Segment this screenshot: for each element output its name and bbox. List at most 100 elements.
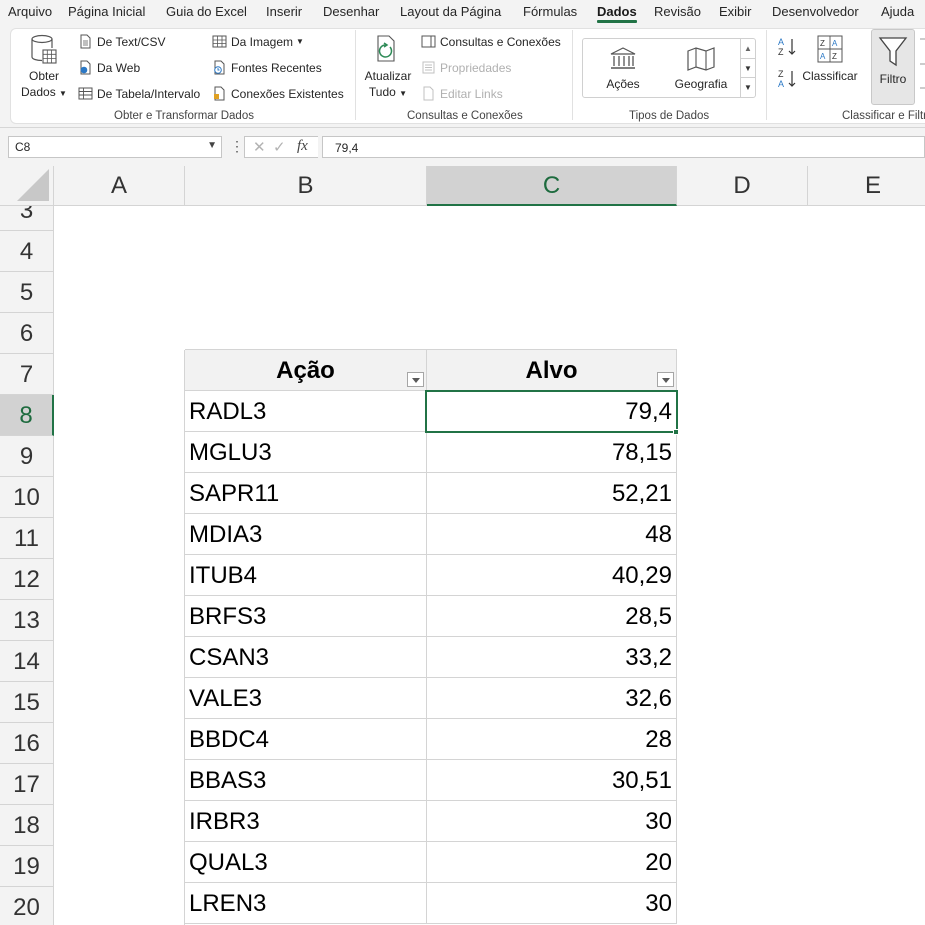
formula-input[interactable]: 79,4	[322, 136, 925, 158]
row-header-9[interactable]: 9	[0, 436, 54, 477]
cell-alvo[interactable]: 79,4	[427, 391, 677, 432]
tab-inserir[interactable]: Inserir	[266, 4, 302, 19]
geography-button[interactable]: Geografia	[672, 46, 730, 92]
properties-button[interactable]: Propriedades	[421, 60, 511, 75]
cell-alvo[interactable]: 30	[427, 883, 677, 924]
cell-acao[interactable]: IRBR3	[185, 801, 427, 842]
tab-guia-do-excel[interactable]: Guia do Excel	[166, 4, 247, 19]
refresh-all-label-2: Tudo ▼	[368, 85, 408, 99]
map-icon	[687, 47, 715, 71]
tab-desenhar[interactable]: Desenhar	[323, 4, 379, 19]
name-box[interactable]: C8 ▼	[8, 136, 222, 158]
confirm-icon[interactable]: ✓	[273, 138, 286, 156]
row-header-12[interactable]: 12	[0, 559, 54, 600]
cell-acao[interactable]: VALE3	[185, 678, 427, 719]
cell-acao[interactable]: LREN3	[185, 883, 427, 924]
row-header-5[interactable]: 5	[0, 272, 54, 313]
cell-alvo[interactable]: 30	[427, 801, 677, 842]
tab-pagina-inicial[interactable]: Página Inicial	[68, 4, 145, 19]
gallery-scroll[interactable]: ▲ ▼ ▼	[740, 39, 755, 97]
cell-acao[interactable]: ITUB4	[185, 555, 427, 596]
insert-function-icon[interactable]: fx	[297, 138, 308, 155]
sort-z-a-button[interactable]: Z A	[777, 68, 797, 90]
from-image-button[interactable]: Da Imagem ▼	[212, 34, 304, 49]
column-header-c[interactable]: C	[427, 166, 677, 206]
from-web-button[interactable]: Da Web	[78, 60, 140, 75]
cell-acao[interactable]: BRFS3	[185, 596, 427, 637]
filter-button[interactable]: Filtro	[871, 29, 915, 105]
cell-acao[interactable]: MDIA3	[185, 514, 427, 555]
row-header-10[interactable]: 10	[0, 477, 54, 518]
tab-desenvolvedor[interactable]: Desenvolvedor	[772, 4, 859, 19]
table-header-alvo-label: Alvo	[525, 357, 578, 384]
queries-connections-button[interactable]: Consultas e Conexões	[421, 34, 561, 49]
sort-a-z-button[interactable]: A Z	[777, 36, 797, 58]
row-header-14[interactable]: 14	[0, 641, 54, 682]
sort-descending-icon: Z A	[778, 69, 796, 89]
row-header-8[interactable]: 8	[0, 395, 54, 436]
get-data-button[interactable]: Obter Dados ▼	[18, 34, 70, 102]
more-icon: ▼	[741, 77, 755, 96]
row-header-15[interactable]: 15	[0, 682, 54, 723]
stocks-button[interactable]: Ações	[596, 46, 650, 92]
tab-arquivo[interactable]: Arquivo	[8, 4, 52, 19]
fill-handle[interactable]	[673, 429, 679, 435]
recent-sources-button[interactable]: Fontes Recentes	[212, 60, 322, 75]
cell-alvo[interactable]: 33,2	[427, 637, 677, 678]
clear-filter-icon[interactable]	[919, 36, 925, 96]
cell-acao[interactable]: RADL3	[185, 391, 427, 432]
tab-dados[interactable]: Dados	[597, 4, 637, 23]
cell-alvo[interactable]: 30,51	[427, 760, 677, 801]
select-all-button[interactable]	[0, 166, 54, 206]
cell-alvo[interactable]: 28	[427, 719, 677, 760]
column-header-d[interactable]: D	[677, 166, 808, 206]
cell-acao[interactable]: MGLU3	[185, 432, 427, 473]
cell-alvo[interactable]: 40,29	[427, 555, 677, 596]
row-header-16[interactable]: 16	[0, 723, 54, 764]
tab-exibir[interactable]: Exibir	[719, 4, 752, 19]
edit-links-button[interactable]: Editar Links	[421, 86, 503, 101]
cell-acao[interactable]: CSAN3	[185, 637, 427, 678]
row-header-18[interactable]: 18	[0, 805, 54, 846]
cell-acao[interactable]: BBAS3	[185, 760, 427, 801]
column-header-b[interactable]: B	[185, 166, 427, 206]
from-text-csv-label: De Text/CSV	[97, 34, 166, 49]
tab-revisao[interactable]: Revisão	[654, 4, 701, 19]
cell-alvo[interactable]: 20	[427, 842, 677, 883]
row-header-20[interactable]: 20	[0, 887, 54, 925]
row-header-13[interactable]: 13	[0, 600, 54, 641]
sort-button[interactable]: Z A A Z Classificar	[800, 34, 860, 84]
filter-dropdown-button[interactable]	[407, 372, 424, 387]
cell-alvo[interactable]: 52,21	[427, 473, 677, 514]
chevron-down-icon: ▼	[296, 37, 304, 46]
ribbon-separator	[766, 30, 767, 120]
more-options-icon[interactable]: ⋮	[230, 138, 244, 154]
from-table-button[interactable]: De Tabela/Intervalo	[78, 86, 200, 101]
tab-layout-da-pagina[interactable]: Layout da Página	[400, 4, 501, 19]
chevron-down-icon[interactable]: ▼	[207, 140, 217, 151]
cell-alvo[interactable]: 48	[427, 514, 677, 555]
cell-acao[interactable]: BBDC4	[185, 719, 427, 760]
refresh-all-button[interactable]: Atualizar Tudo ▼	[362, 34, 414, 102]
row-header-19[interactable]: 19	[0, 846, 54, 887]
cell-alvo[interactable]: 78,15	[427, 432, 677, 473]
row-header-6[interactable]: 6	[0, 313, 54, 354]
row-header-17[interactable]: 17	[0, 764, 54, 805]
cell-alvo[interactable]: 28,5	[427, 596, 677, 637]
from-text-csv-button[interactable]: De Text/CSV	[78, 34, 165, 49]
row-header-4[interactable]: 4	[0, 231, 54, 272]
cell-alvo[interactable]: 32,6	[427, 678, 677, 719]
existing-connections-button[interactable]: Conexões Existentes	[212, 86, 344, 101]
cell-acao[interactable]: SAPR11	[185, 473, 427, 514]
ribbon-separator	[572, 30, 573, 120]
row-header-11[interactable]: 11	[0, 518, 54, 559]
tab-ajuda[interactable]: Ajuda	[881, 4, 914, 19]
column-header-a[interactable]: A	[54, 166, 185, 206]
cancel-icon[interactable]: ✕	[253, 138, 266, 156]
filter-dropdown-button[interactable]	[657, 372, 674, 387]
svg-text:Z: Z	[832, 52, 837, 61]
row-header-7[interactable]: 7	[0, 354, 54, 395]
column-header-e[interactable]: E	[808, 166, 925, 206]
tab-formulas[interactable]: Fórmulas	[523, 4, 577, 19]
cell-acao[interactable]: QUAL3	[185, 842, 427, 883]
